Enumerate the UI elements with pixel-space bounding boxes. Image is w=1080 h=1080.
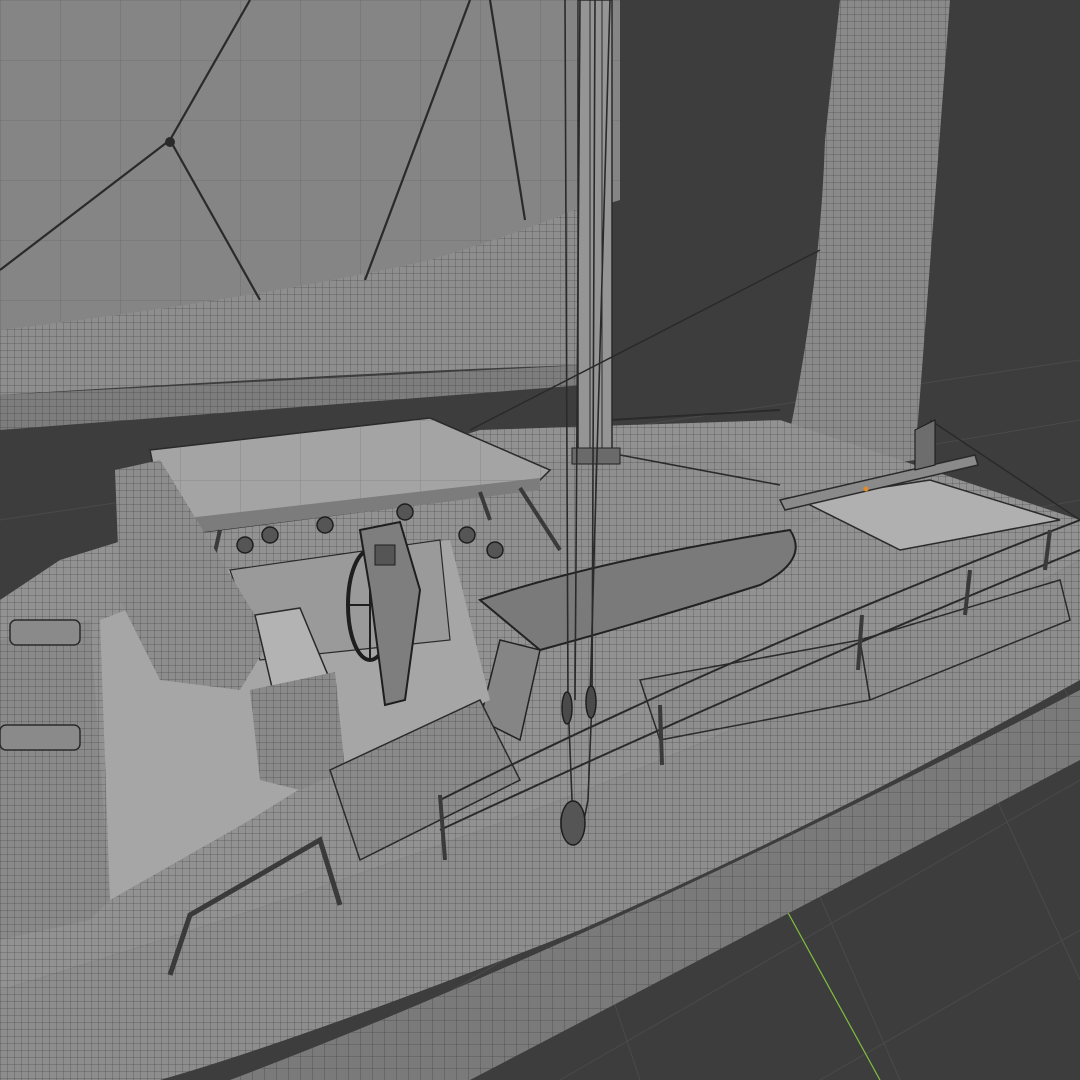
3d-viewport[interactable]: [0, 0, 1080, 1080]
wireframe-render: [0, 0, 1080, 1080]
furler-icon: [914, 419, 936, 471]
winch-icon: [316, 516, 334, 534]
origin-marker-icon: [863, 486, 869, 492]
winch-icon: [486, 541, 504, 559]
winch-icon: [236, 536, 254, 554]
winch-icon: [396, 503, 414, 521]
jib-sail: [780, 0, 950, 478]
winch-icon: [261, 526, 279, 544]
block-icon: [165, 137, 175, 147]
winch-icon: [458, 526, 476, 544]
